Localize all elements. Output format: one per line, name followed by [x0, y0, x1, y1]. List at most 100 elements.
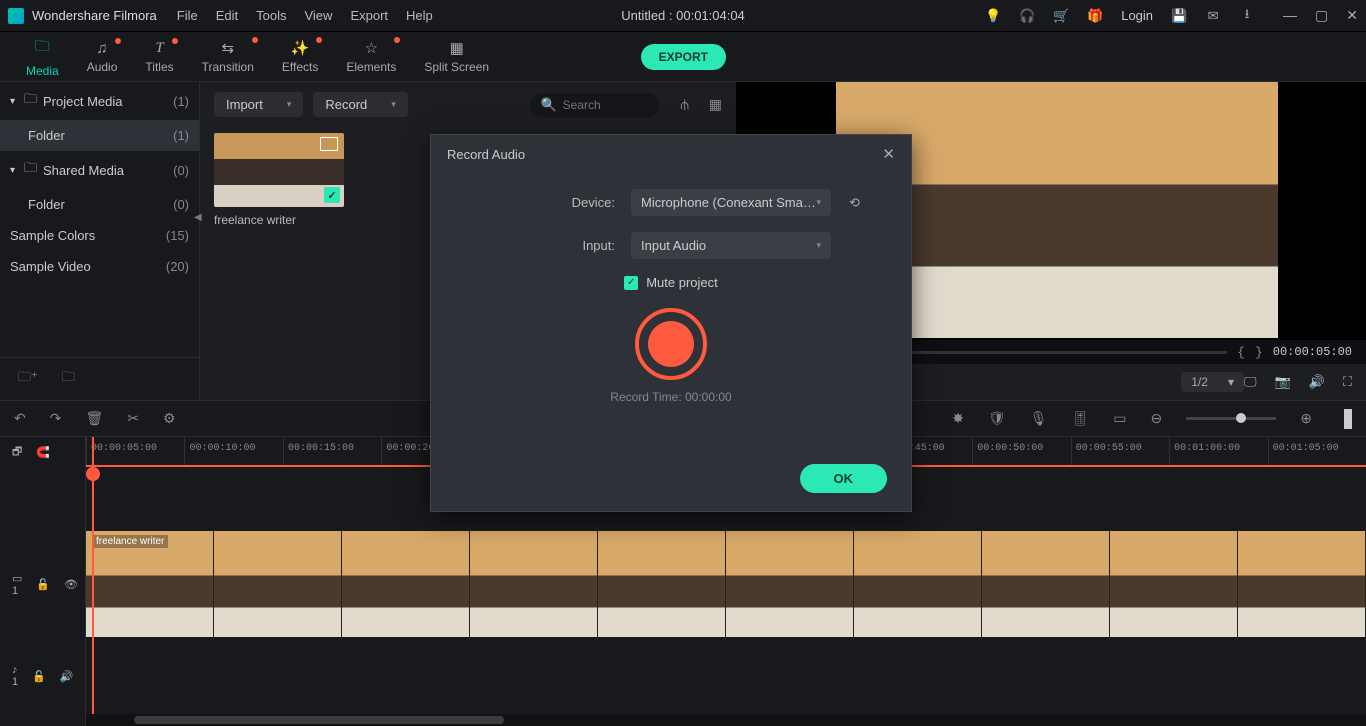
media-thumbnail[interactable]: ✓ freelance writer: [214, 133, 344, 227]
preview-timecode: 00:00:05:00: [1273, 345, 1352, 359]
gift-icon[interactable]: 🎁: [1087, 8, 1103, 24]
mark-out-icon[interactable]: }: [1255, 345, 1263, 360]
export-button[interactable]: EXPORT: [641, 44, 726, 70]
login-button[interactable]: Login: [1121, 8, 1153, 23]
filter-icon[interactable]: ⫛: [680, 96, 688, 113]
new-folder-icon[interactable]: 🗀⁺: [18, 368, 38, 390]
redo-icon[interactable]: ↷: [50, 410, 62, 427]
maximize-icon[interactable]: ▢: [1315, 7, 1328, 24]
app-logo-icon: [8, 8, 24, 24]
grid-view-icon[interactable]: ▦: [709, 96, 722, 113]
open-folder-icon[interactable]: 🗀: [62, 368, 75, 390]
tab-transition[interactable]: ⇆Transition: [188, 33, 268, 80]
audio-mixer-icon[interactable]: 🎚: [1072, 410, 1090, 427]
input-label: Input:: [461, 238, 631, 253]
magnet-icon[interactable]: 🧲: [36, 446, 50, 459]
close-icon[interactable]: ✕: [1346, 7, 1358, 24]
mute-project-checkbox[interactable]: ✓: [624, 276, 638, 290]
search-field[interactable]: [563, 98, 643, 112]
cart-icon[interactable]: 🛒: [1053, 8, 1069, 24]
mute-project-label: Mute project: [646, 275, 718, 290]
lock-icon[interactable]: 🔓: [36, 578, 50, 591]
sidebar-folder-1[interactable]: Folder(1): [0, 120, 199, 151]
menu-help[interactable]: Help: [406, 8, 433, 23]
audio-track[interactable]: [86, 662, 1366, 692]
collapse-handle-icon[interactable]: ◀: [194, 212, 202, 223]
menu-export[interactable]: Export: [350, 8, 388, 23]
render-icon[interactable]: ▭: [1113, 410, 1126, 427]
zoom-slider[interactable]: [1186, 417, 1276, 420]
sidebar-sample-colors[interactable]: Sample Colors(15): [0, 220, 199, 251]
tab-split-screen[interactable]: ▦Split Screen: [410, 33, 503, 80]
effects-icon[interactable]: ✸: [952, 410, 964, 427]
audio-track-header[interactable]: ♪ 1 🔓 🔊: [0, 661, 85, 691]
sidebar-sample-video[interactable]: Sample Video(20): [0, 251, 199, 282]
split-icon[interactable]: ✂: [127, 410, 139, 427]
thumbnail-label: freelance writer: [214, 213, 344, 227]
video-clip[interactable]: freelance writer: [86, 531, 214, 637]
tab-media[interactable]: 🗀Media: [12, 30, 73, 84]
record-dropdown[interactable]: Record▾: [313, 92, 407, 117]
tab-titles[interactable]: TTitles: [131, 34, 187, 80]
import-dropdown[interactable]: Import▾: [214, 92, 303, 117]
minimize-icon[interactable]: —: [1283, 7, 1297, 24]
mark-in-icon[interactable]: {: [1237, 345, 1245, 360]
dialog-title: Record Audio: [447, 147, 525, 162]
menu-edit[interactable]: Edit: [216, 8, 238, 23]
title-bar: Wondershare Filmora File Edit Tools View…: [0, 0, 1366, 32]
menu-file[interactable]: File: [177, 8, 198, 23]
support-icon[interactable]: 🎧: [1019, 8, 1035, 24]
delete-icon[interactable]: 🗑: [85, 410, 103, 427]
menu-view[interactable]: View: [304, 8, 332, 23]
adjust-icon[interactable]: ⚙: [163, 410, 176, 427]
video-track[interactable]: freelance writer: [86, 531, 1366, 637]
check-icon: ✓: [324, 187, 340, 203]
download-icon[interactable]: ⭳: [1239, 8, 1255, 24]
save-icon[interactable]: 💾: [1171, 8, 1187, 24]
preview-scale-dropdown[interactable]: 1/2▾: [1181, 372, 1244, 392]
dialog-close-icon[interactable]: ✕: [882, 145, 895, 163]
link-track-icon[interactable]: 🗗: [12, 443, 22, 462]
tips-icon[interactable]: 💡: [985, 8, 1001, 24]
refresh-icon[interactable]: ⟲: [849, 195, 860, 211]
zoom-in-icon[interactable]: ⊕: [1300, 410, 1312, 427]
document-title: Untitled : 00:01:04:04: [621, 8, 745, 23]
playhead[interactable]: [92, 437, 94, 726]
search-input[interactable]: 🔍: [530, 93, 660, 117]
sidebar-folder-2[interactable]: Folder(0): [0, 189, 199, 220]
input-select[interactable]: Input Audio▾: [631, 232, 831, 259]
sidebar-project-media[interactable]: ▾🗀Project Media(1): [0, 82, 199, 120]
record-button[interactable]: [635, 308, 707, 380]
fullscreen-icon[interactable]: ⛶: [1343, 374, 1352, 390]
tab-effects[interactable]: ✨Effects: [268, 33, 332, 80]
display-icon[interactable]: 🖵: [1244, 374, 1257, 390]
clip-label: freelance writer: [92, 535, 168, 548]
device-select[interactable]: Microphone (Conexant SmartAu▾: [631, 189, 831, 216]
snapshot-icon[interactable]: 📷: [1275, 374, 1291, 390]
main-menu: File Edit Tools View Export Help: [177, 8, 433, 23]
volume-icon[interactable]: 🔊: [1309, 374, 1325, 390]
module-tabs: 🗀Media ♫Audio TTitles ⇆Transition ✨Effec…: [0, 32, 1366, 82]
device-label: Device:: [461, 195, 631, 210]
menu-tools[interactable]: Tools: [256, 8, 286, 23]
tab-audio[interactable]: ♫Audio: [73, 34, 132, 80]
ok-button[interactable]: OK: [800, 464, 888, 493]
visibility-icon[interactable]: 👁: [64, 578, 78, 591]
timeline-scrollbar[interactable]: [86, 714, 1366, 726]
zoom-fit-icon[interactable]: [1344, 409, 1352, 429]
sidebar-shared-media[interactable]: ▾🗀Shared Media(0): [0, 151, 199, 189]
zoom-out-icon[interactable]: ⊖: [1151, 410, 1163, 427]
undo-icon[interactable]: ↶: [14, 410, 26, 427]
mute-icon[interactable]: 🔊: [60, 670, 74, 683]
lock-icon[interactable]: 🔓: [32, 670, 46, 683]
tab-elements[interactable]: ☆Elements: [332, 33, 410, 80]
voiceover-icon[interactable]: 🎙: [1030, 410, 1048, 427]
app-name: Wondershare Filmora: [32, 8, 157, 23]
media-sidebar: ▾🗀Project Media(1) Folder(1) ▾🗀Shared Me…: [0, 82, 200, 400]
message-icon[interactable]: ✉: [1205, 8, 1221, 24]
marker-icon[interactable]: 🛡: [988, 410, 1006, 427]
search-icon: 🔍: [540, 97, 556, 113]
thumbnail-image: ✓: [214, 133, 344, 207]
video-track-header[interactable]: ▭ 1 🔓 👁: [0, 531, 85, 637]
record-audio-dialog: Record Audio ✕ Device: Microphone (Conex…: [430, 134, 912, 512]
